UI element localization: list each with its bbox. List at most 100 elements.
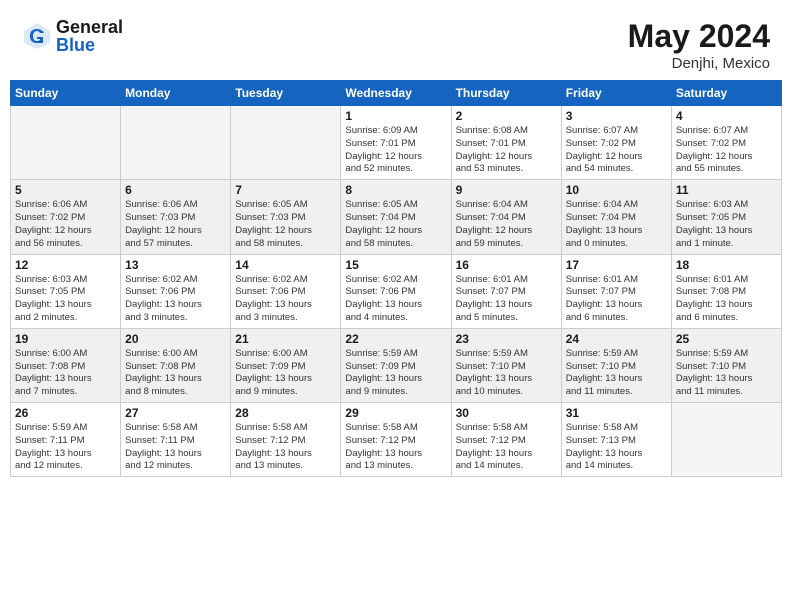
calendar-cell: 8 Sunrise: 6:05 AM Sunset: 7:04 PM Daylig…: [341, 180, 451, 254]
day-number: 28: [235, 406, 336, 420]
day-number: 6: [125, 183, 226, 197]
day-number: 9: [456, 183, 557, 197]
calendar-cell: 20 Sunrise: 6:00 AM Sunset: 7:08 PM Dayli…: [121, 328, 231, 402]
calendar-cell: 17Sunrise: 6:01 AM Sunset: 7:07 PM Dayli…: [561, 254, 671, 328]
day-info: Sunrise: 5:59 AM Sunset: 7:09 PM Dayligh…: [345, 348, 446, 399]
calendar-cell: 9Sunrise: 6:04 AM Sunset: 7:04 PM Daylig…: [451, 180, 561, 254]
day-info: Sunrise: 6:06 AM Sunset: 7:02 PM Dayligh…: [15, 199, 116, 250]
day-number: 2: [456, 109, 557, 123]
day-number: 22: [345, 332, 446, 346]
calendar-cell: 22 Sunrise: 5:59 AM Sunset: 7:09 PM Dayli…: [341, 328, 451, 402]
calendar-cell: 27Sunrise: 5:58 AM Sunset: 7:11 PM Dayli…: [121, 403, 231, 477]
day-info: Sunrise: 6:03 AM Sunset: 7:05 PM Dayligh…: [15, 274, 116, 325]
weekday-header: Thursday: [451, 81, 561, 106]
day-info: Sunrise: 6:05 AM Sunset: 7:04 PM Dayligh…: [345, 199, 446, 250]
day-info: Sunrise: 6:00 AM Sunset: 7:08 PM Dayligh…: [15, 348, 116, 399]
calendar-cell: 21 Sunrise: 6:00 AM Sunset: 7:09 PM Dayli…: [231, 328, 341, 402]
logo-icon: [22, 21, 52, 51]
weekday-header: Sunday: [11, 81, 121, 106]
day-number: 19: [15, 332, 116, 346]
day-number: 31: [566, 406, 667, 420]
day-number: 14: [235, 258, 336, 272]
logo-line2: Blue: [56, 36, 123, 54]
calendar-week-row: 5Sunrise: 6:06 AM Sunset: 7:02 PM Daylig…: [11, 180, 782, 254]
calendar-cell: 16 Sunrise: 6:01 AM Sunset: 7:07 PM Dayli…: [451, 254, 561, 328]
day-number: 15: [345, 258, 446, 272]
weekday-header: Wednesday: [341, 81, 451, 106]
calendar-cell: [11, 106, 121, 180]
calendar-week-row: 1 Sunrise: 6:09 AM Sunset: 7:01 PM Daylig…: [11, 106, 782, 180]
calendar-cell: 5Sunrise: 6:06 AM Sunset: 7:02 PM Daylig…: [11, 180, 121, 254]
day-number: 8: [345, 183, 446, 197]
day-info: Sunrise: 5:58 AM Sunset: 7:12 PM Dayligh…: [235, 422, 336, 473]
logo: General Blue: [22, 18, 123, 54]
day-info: Sunrise: 5:59 AM Sunset: 7:10 PM Dayligh…: [676, 348, 777, 399]
day-info: Sunrise: 6:04 AM Sunset: 7:04 PM Dayligh…: [566, 199, 667, 250]
day-number: 13: [125, 258, 226, 272]
calendar-cell: 13 Sunrise: 6:02 AM Sunset: 7:06 PM Dayli…: [121, 254, 231, 328]
day-info: Sunrise: 6:00 AM Sunset: 7:09 PM Dayligh…: [235, 348, 336, 399]
day-number: 4: [676, 109, 777, 123]
calendar-cell: 15 Sunrise: 6:02 AM Sunset: 7:06 PM Dayli…: [341, 254, 451, 328]
day-info: Sunrise: 6:00 AM Sunset: 7:08 PM Dayligh…: [125, 348, 226, 399]
calendar-cell: 23 Sunrise: 5:59 AM Sunset: 7:10 PM Dayli…: [451, 328, 561, 402]
title-block: May 2024 Denjhi, Mexico: [628, 18, 770, 72]
day-number: 30: [456, 406, 557, 420]
calendar-cell: 18 Sunrise: 6:01 AM Sunset: 7:08 PM Dayli…: [671, 254, 781, 328]
day-number: 12: [15, 258, 116, 272]
calendar-cell: 11 Sunrise: 6:03 AM Sunset: 7:05 PM Dayli…: [671, 180, 781, 254]
day-number: 18: [676, 258, 777, 272]
calendar-week-row: 19 Sunrise: 6:00 AM Sunset: 7:08 PM Dayli…: [11, 328, 782, 402]
day-info: Sunrise: 6:02 AM Sunset: 7:06 PM Dayligh…: [345, 274, 446, 325]
day-info: Sunrise: 5:59 AM Sunset: 7:10 PM Dayligh…: [456, 348, 557, 399]
day-number: 20: [125, 332, 226, 346]
logo-line1: General: [56, 18, 123, 36]
day-number: 7: [235, 183, 336, 197]
day-info: Sunrise: 6:03 AM Sunset: 7:05 PM Dayligh…: [676, 199, 777, 250]
day-info: Sunrise: 6:05 AM Sunset: 7:03 PM Dayligh…: [235, 199, 336, 250]
calendar-week-row: 12 Sunrise: 6:03 AM Sunset: 7:05 PM Dayli…: [11, 254, 782, 328]
day-number: 10: [566, 183, 667, 197]
day-info: Sunrise: 6:01 AM Sunset: 7:08 PM Dayligh…: [676, 274, 777, 325]
calendar-header-row: SundayMondayTuesdayWednesdayThursdayFrid…: [11, 81, 782, 106]
day-info: Sunrise: 6:07 AM Sunset: 7:02 PM Dayligh…: [566, 125, 667, 176]
day-number: 1: [345, 109, 446, 123]
day-info: Sunrise: 6:01 AM Sunset: 7:07 PM Dayligh…: [566, 274, 667, 325]
calendar-cell: 1 Sunrise: 6:09 AM Sunset: 7:01 PM Daylig…: [341, 106, 451, 180]
day-info: Sunrise: 6:08 AM Sunset: 7:01 PM Dayligh…: [456, 125, 557, 176]
logo-text: General Blue: [56, 18, 123, 54]
day-info: Sunrise: 5:58 AM Sunset: 7:12 PM Dayligh…: [456, 422, 557, 473]
day-number: 29: [345, 406, 446, 420]
day-info: Sunrise: 5:59 AM Sunset: 7:10 PM Dayligh…: [566, 348, 667, 399]
day-info: Sunrise: 6:01 AM Sunset: 7:07 PM Dayligh…: [456, 274, 557, 325]
calendar-cell: 7 Sunrise: 6:05 AM Sunset: 7:03 PM Daylig…: [231, 180, 341, 254]
day-number: 11: [676, 183, 777, 197]
day-number: 16: [456, 258, 557, 272]
weekday-header: Friday: [561, 81, 671, 106]
month-title: May 2024: [628, 18, 770, 55]
calendar-cell: 24 Sunrise: 5:59 AM Sunset: 7:10 PM Dayli…: [561, 328, 671, 402]
day-number: 24: [566, 332, 667, 346]
calendar-cell: 26Sunrise: 5:59 AM Sunset: 7:11 PM Dayli…: [11, 403, 121, 477]
day-number: 25: [676, 332, 777, 346]
weekday-header: Saturday: [671, 81, 781, 106]
weekday-header: Tuesday: [231, 81, 341, 106]
calendar-cell: 28 Sunrise: 5:58 AM Sunset: 7:12 PM Dayli…: [231, 403, 341, 477]
day-info: Sunrise: 5:59 AM Sunset: 7:11 PM Dayligh…: [15, 422, 116, 473]
day-number: 23: [456, 332, 557, 346]
day-number: 21: [235, 332, 336, 346]
day-info: Sunrise: 5:58 AM Sunset: 7:12 PM Dayligh…: [345, 422, 446, 473]
calendar-cell: 25 Sunrise: 5:59 AM Sunset: 7:10 PM Dayli…: [671, 328, 781, 402]
page-header: General Blue May 2024 Denjhi, Mexico: [10, 10, 782, 76]
calendar-cell: 2 Sunrise: 6:08 AM Sunset: 7:01 PM Daylig…: [451, 106, 561, 180]
calendar-cell: 3 Sunrise: 6:07 AM Sunset: 7:02 PM Daylig…: [561, 106, 671, 180]
location: Denjhi, Mexico: [628, 55, 770, 72]
day-info: Sunrise: 6:09 AM Sunset: 7:01 PM Dayligh…: [345, 125, 446, 176]
calendar-cell: 30 Sunrise: 5:58 AM Sunset: 7:12 PM Dayli…: [451, 403, 561, 477]
day-info: Sunrise: 6:02 AM Sunset: 7:06 PM Dayligh…: [125, 274, 226, 325]
day-info: Sunrise: 6:06 AM Sunset: 7:03 PM Dayligh…: [125, 199, 226, 250]
calendar-cell: 19 Sunrise: 6:00 AM Sunset: 7:08 PM Dayli…: [11, 328, 121, 402]
day-number: 27: [125, 406, 226, 420]
calendar-cell: 10 Sunrise: 6:04 AM Sunset: 7:04 PM Dayli…: [561, 180, 671, 254]
day-number: 3: [566, 109, 667, 123]
